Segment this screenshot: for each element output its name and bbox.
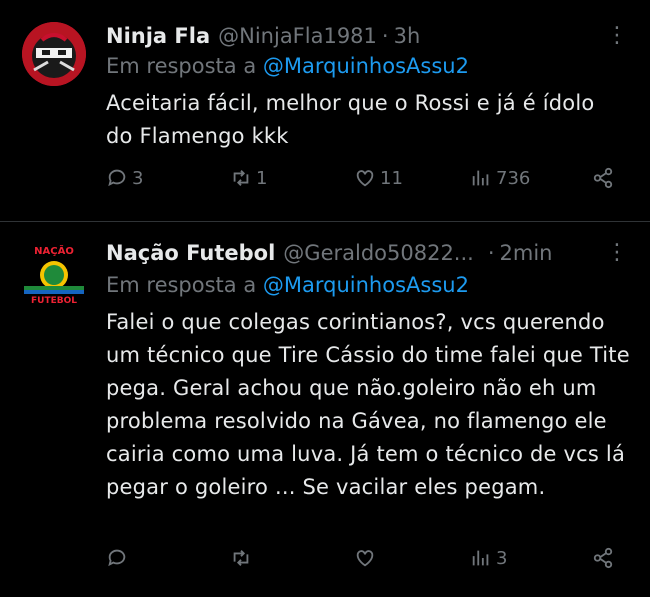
avatar[interactable]: NAÇÃO FUTEBOL: [22, 242, 86, 306]
reply-prefix: Em resposta a: [106, 54, 257, 78]
like-button[interactable]: [354, 547, 380, 569]
heart-icon: [356, 550, 374, 567]
svg-text:FUTEBOL: FUTEBOL: [31, 296, 77, 306]
reply-context: Em resposta a @MarquinhosAssu2: [106, 51, 628, 81]
tweet[interactable]: Ninja Fla @NinjaFla1981 · 3h ⋮ Em respos…: [0, 0, 650, 222]
reply-button[interactable]: 3: [106, 167, 143, 189]
tweet-text: Falei o que colegas corintianos?, vcs qu…: [106, 310, 630, 499]
like-button[interactable]: 11: [354, 167, 403, 189]
heart-icon: [356, 170, 374, 187]
view-count: 736: [496, 167, 531, 189]
reply-icon: [108, 169, 126, 187]
avatar[interactable]: [22, 22, 86, 86]
timestamp[interactable]: 3h: [394, 21, 421, 51]
reply-context: Em resposta a @MarquinhosAssu2: [106, 270, 628, 300]
retweet-icon: [233, 170, 249, 186]
more-options-icon[interactable]: ⋮: [606, 238, 628, 268]
view-count: 3: [496, 547, 508, 569]
share-icon: [593, 167, 613, 189]
display-name[interactable]: Ninja Fla: [106, 21, 210, 51]
reply-prefix: Em resposta a: [106, 273, 257, 297]
tweet-text: Aceitaria fácil, melhor que o Rossi e já…: [106, 91, 595, 148]
svg-text:NAÇÃO: NAÇÃO: [34, 244, 74, 257]
timestamp[interactable]: 2min: [500, 238, 553, 268]
separator-dot: ·: [487, 241, 495, 265]
user-handle[interactable]: @Geraldo50822...: [283, 238, 474, 268]
separator-dot: ·: [381, 24, 389, 48]
display-name[interactable]: Nação Futebol: [106, 238, 275, 268]
tweet-header: Nação Futebol @Geraldo50822... · 2min ⋮: [106, 238, 628, 268]
retweet-count: 1: [256, 167, 268, 189]
views-chart-icon: [472, 170, 489, 186]
more-options-icon[interactable]: ⋮: [606, 21, 628, 51]
retweet-button[interactable]: [230, 547, 256, 569]
share-button[interactable]: [592, 547, 614, 569]
views-chart-icon: [472, 550, 489, 566]
reply-to-link[interactable]: @MarquinhosAssu2: [263, 54, 469, 78]
share-icon: [593, 547, 613, 569]
retweet-icon: [233, 550, 249, 566]
reply-button[interactable]: [106, 547, 132, 569]
user-handle[interactable]: @NinjaFla1981: [218, 21, 377, 51]
views-button[interactable]: 3: [470, 547, 507, 569]
tweet-header: Ninja Fla @NinjaFla1981 · 3h ⋮: [106, 21, 628, 51]
reply-icon: [108, 549, 126, 567]
retweet-button[interactable]: 1: [230, 167, 267, 189]
reply-count: 3: [132, 167, 144, 189]
share-button[interactable]: [592, 167, 614, 189]
tweet[interactable]: NAÇÃO FUTEBOL Nação Futebol @Geraldo5082…: [0, 222, 650, 597]
views-button[interactable]: 736: [470, 167, 530, 189]
like-count: 11: [380, 167, 403, 189]
reply-to-link[interactable]: @MarquinhosAssu2: [263, 273, 469, 297]
